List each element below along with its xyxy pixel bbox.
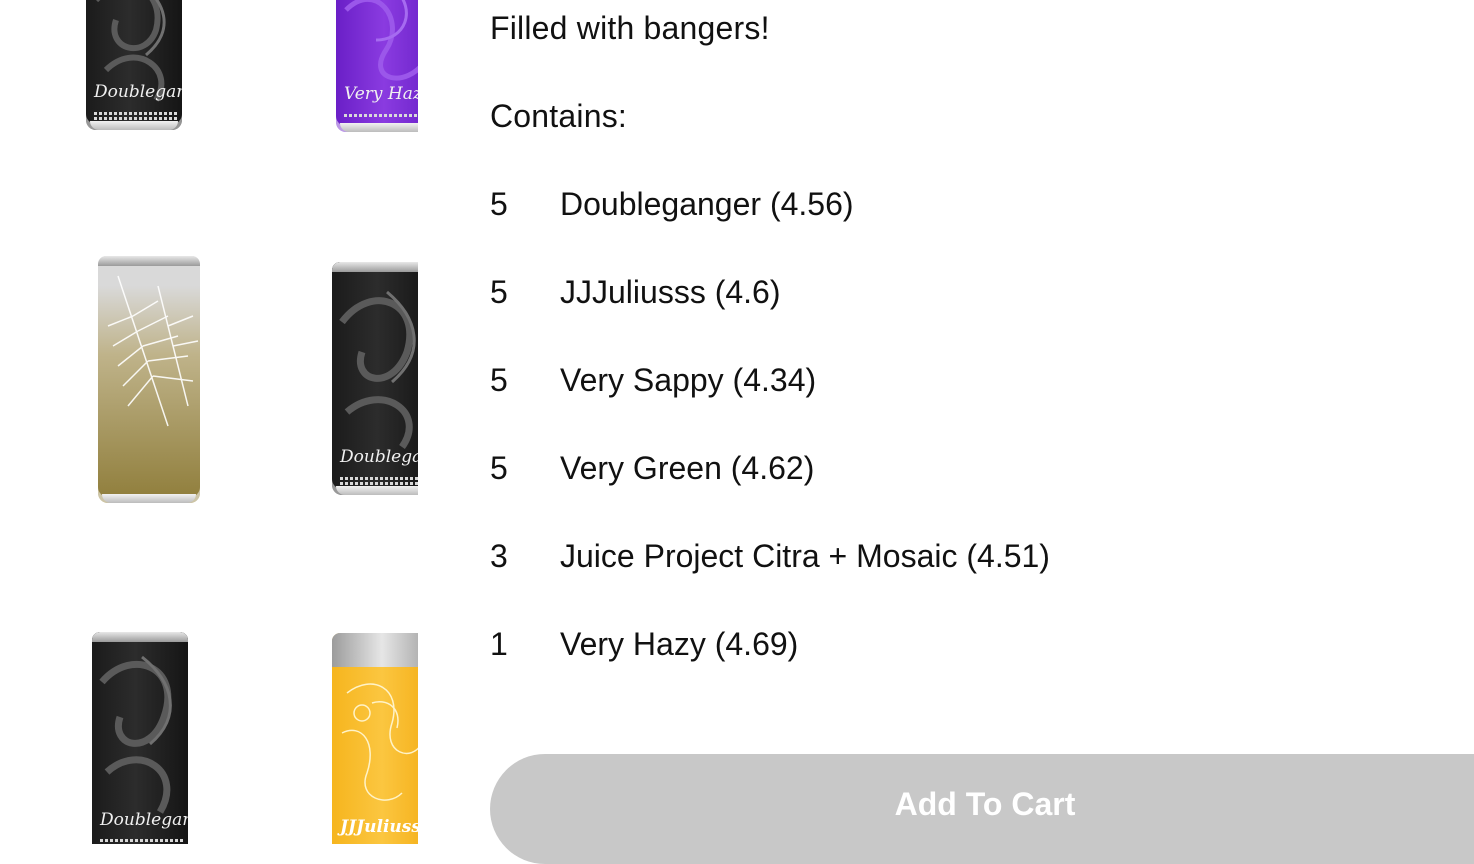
add-to-cart-button[interactable]: Add To Cart	[490, 754, 1474, 864]
product-description: Filled with bangers!	[490, 10, 770, 46]
item-name: Doubleganger (4.56)	[560, 186, 854, 222]
item-quantity: 5	[490, 186, 508, 222]
list-item: 5 JJJuliusss (4.6)	[490, 272, 781, 312]
can-art-swirl	[341, 683, 418, 801]
can-label-text: Doubleganger	[100, 810, 188, 830]
can-art-pine	[107, 275, 199, 427]
contains-label: Contains:	[490, 98, 627, 134]
product-thumbnail-jjjuliusss[interactable]: JJJuliusss!	[332, 633, 418, 844]
product-thumbnail-doubleganger[interactable]: Doubleganger	[332, 262, 418, 495]
list-item: 5 Very Green (4.62)	[490, 448, 814, 488]
product-image-gallery: Doubleganger Very Hazy Doubleganger	[0, 0, 418, 844]
item-name: Very Green (4.62)	[560, 450, 815, 486]
can-fine-print	[340, 477, 418, 480]
list-item: 5 Doubleganger (4.56)	[490, 184, 854, 224]
can-label-text: Doubleganger	[340, 447, 418, 467]
can-label-text: JJJuliusss!	[340, 817, 418, 837]
can-fine-print	[340, 482, 418, 485]
product-thumbnail-very-sappy[interactable]	[98, 256, 200, 503]
can-label-text: Very Hazy	[344, 84, 418, 104]
product-thumbnail-very-hazy[interactable]: Very Hazy	[336, 0, 418, 132]
can-label-text: Doubleganger	[94, 82, 182, 102]
list-item: 3 Juice Project Citra + Mosaic (4.51)	[490, 536, 1050, 576]
list-item: 1 Very Hazy (4.69)	[490, 624, 798, 664]
can-fine-print	[344, 114, 418, 117]
item-quantity: 5	[490, 274, 508, 310]
item-quantity: 1	[490, 626, 508, 662]
can-fine-print	[100, 839, 184, 842]
can-art-swirl	[96, 0, 166, 102]
product-details: Filled with bangers! Contains: 5 Doubleg…	[490, 0, 1474, 864]
item-name: Very Hazy (4.69)	[560, 626, 799, 662]
can-fine-print	[94, 112, 178, 115]
item-name: JJJuliusss (4.6)	[560, 274, 781, 310]
product-thumbnail-doubleganger[interactable]: Doubleganger	[92, 632, 188, 844]
item-name: Very Sappy (4.34)	[560, 362, 817, 398]
list-item: 5 Very Sappy (4.34)	[490, 360, 816, 400]
item-name: Juice Project Citra + Mosaic (4.51)	[560, 538, 1050, 574]
item-quantity: 3	[490, 538, 508, 574]
can-fine-print	[94, 117, 178, 120]
can-art-swirl	[344, 0, 418, 81]
item-quantity: 5	[490, 450, 508, 486]
item-quantity: 5	[490, 362, 508, 398]
product-thumbnail-doubleganger[interactable]: Doubleganger	[86, 0, 182, 130]
